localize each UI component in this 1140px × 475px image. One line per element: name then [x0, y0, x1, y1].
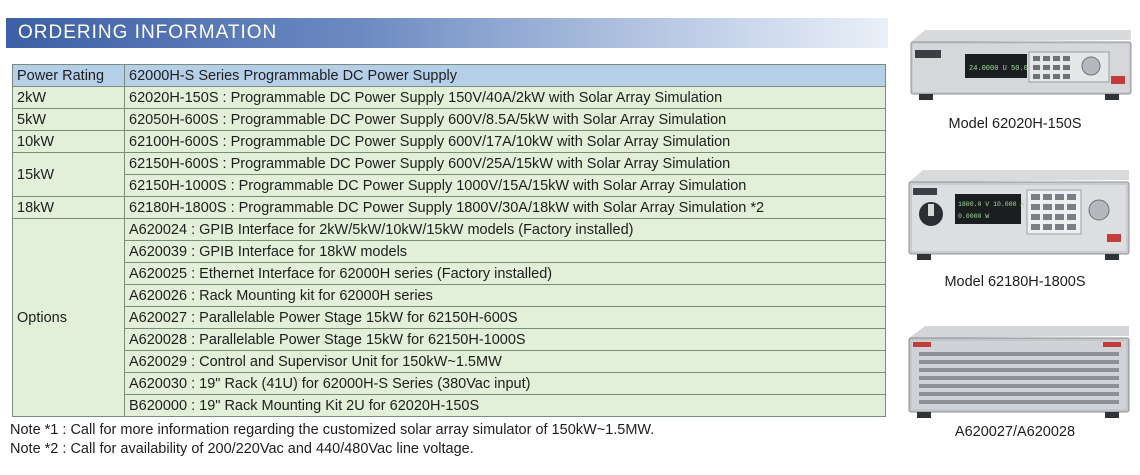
table-row: 15kW 62150H-600S : Programmable DC Power …: [12, 152, 886, 197]
model-description-cell: 62100H-600S : Programmable DC Power Supp…: [124, 130, 886, 153]
power-rating-cell: 15kW: [12, 152, 125, 197]
table-row: B620000 : 19" Rack Mounting Kit 2U for 6…: [13, 394, 886, 417]
model-description-cell: 62050H-600S : Programmable DC Power Supp…: [124, 108, 886, 131]
model-description-cell: 62180H-1800S : Programmable DC Power Sup…: [124, 196, 886, 219]
power-stage-image: [908, 326, 1130, 418]
model-description-cell: A620027 : Parallelable Power Stage 15kW …: [124, 306, 886, 329]
product-caption: A620027/A620028: [954, 424, 1076, 440]
model-description-cell: A620026 : Rack Mounting kit for 62000H s…: [124, 284, 886, 307]
table-header-row: Power Rating 62000H-S Series Programmabl…: [12, 64, 886, 87]
product-62180h: 1800.0 V 10.000 A 0.0000 W Model 62180H-…: [895, 160, 1135, 295]
model-description-cell: 62150H-600S : Programmable DC Power Supp…: [124, 152, 886, 175]
table-row: A620039 : GPIB Interface for 18kW models: [13, 240, 886, 263]
table-row: A620027 : Parallelable Power Stage 15kW …: [13, 306, 886, 329]
power-supply-3u-image: 1800.0 V 10.000 A 0.0000 W: [908, 170, 1130, 260]
power-rating-cell: 2kW: [12, 86, 125, 109]
model-description-cell: A620024 : GPIB Interface for 2kW/5kW/10k…: [124, 218, 886, 241]
model-description-cell: A620025 : Ethernet Interface for 62000H …: [124, 262, 886, 285]
table-row: A620028 : Parallelable Power Stage 15kW …: [13, 328, 886, 351]
table-row: 5kW 62050H-600S : Programmable DC Power S…: [12, 108, 886, 131]
table-row: 18kW 62180H-1800S : Programmable DC Power…: [12, 196, 886, 219]
note-2: Note *2 : Call for availability of 200/2…: [10, 441, 474, 457]
section-header: ORDERING INFORMATION: [6, 18, 888, 48]
table-row: A620026 : Rack Mounting kit for 62000H s…: [13, 284, 886, 307]
table-row: 10kW 62100H-600S : Programmable DC Power …: [12, 130, 886, 153]
product-caption: Model 62180H-1800S: [944, 274, 1086, 290]
ordering-table: Power Rating 62000H-S Series Programmabl…: [12, 64, 886, 417]
table-row: A620030 : 19" Rack (41U) for 62000H-S Se…: [13, 372, 886, 395]
table-row: A620029 : Control and Supervisor Unit fo…: [13, 350, 886, 373]
model-description-cell: A620030 : 19" Rack (41U) for 62000H-S Se…: [124, 372, 886, 395]
product-a620027: A620027/A620028: [895, 318, 1135, 448]
header-series: 62000H-S Series Programmable DC Power Su…: [124, 64, 886, 87]
model-description-cell: 62150H-1000S : Programmable DC Power Sup…: [124, 174, 886, 197]
model-description-cell: 62020H-150S : Programmable DC Power Supp…: [124, 86, 886, 109]
model-description-cell: A620029 : Control and Supervisor Unit fo…: [124, 350, 886, 373]
display-readout-2: 0.0000 W: [958, 213, 989, 220]
model-description-cell: A620028 : Parallelable Power Stage 15kW …: [124, 328, 886, 351]
power-rating-cell: 18kW: [12, 196, 125, 219]
note-1: Note *1 : Call for more information rega…: [10, 422, 655, 438]
header-power-rating: Power Rating: [12, 64, 125, 87]
table-row: 2kW 62020H-150S : Programmable DC Power S…: [12, 86, 886, 109]
power-rating-cell: 5kW: [12, 108, 125, 131]
table-row: Options A620024 : GPIB Interface for 2kW/…: [12, 218, 886, 417]
section-title: ORDERING INFORMATION: [18, 22, 278, 43]
model-description-cell: B620000 : 19" Rack Mounting Kit 2U for 6…: [124, 394, 886, 417]
notes: Note *1 : Call for more information rega…: [10, 421, 654, 459]
product-caption: Model 62020H-150S: [948, 116, 1082, 132]
table-row: 62150H-1000S : Programmable DC Power Sup…: [13, 174, 886, 197]
power-rating-cell: Options: [12, 218, 125, 417]
table-row: A620025 : Ethernet Interface for 62000H …: [13, 262, 886, 285]
power-supply-2u-image: 24.0000 U 50.000 A: [910, 30, 1132, 100]
product-62020h: 24.0000 U 50.000 A Model 62020H-150S: [895, 20, 1135, 140]
power-rating-cell: 10kW: [12, 130, 125, 153]
model-description-cell: A620039 : GPIB Interface for 18kW models: [124, 240, 886, 263]
display-readout-1: 1800.0 V 10.000 A: [958, 201, 1024, 208]
